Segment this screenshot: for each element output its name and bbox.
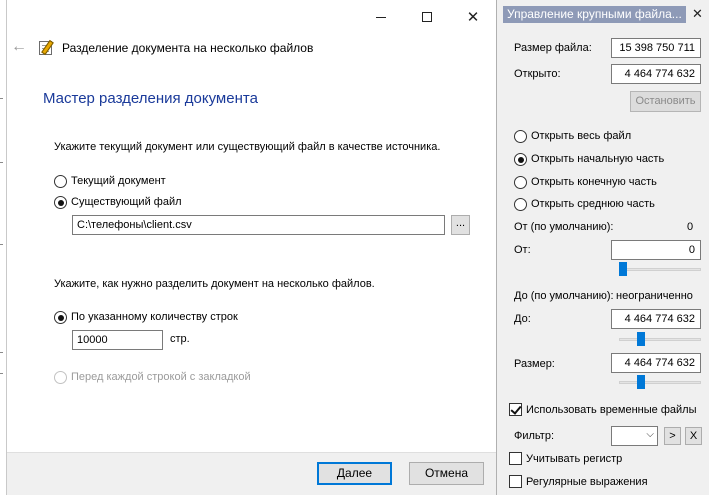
to-default-label: До (по умолчанию): [514, 290, 614, 302]
split-by-bookmark-radio[interactable] [54, 371, 67, 384]
wizard-title: Разделение документа на несколько файлов [62, 41, 314, 55]
from-slider-track[interactable] [619, 268, 701, 271]
background-separator [0, 352, 3, 353]
open-whole-file-radio[interactable] [514, 130, 527, 143]
file-size-value: 15 398 750 711 [611, 38, 701, 58]
open-end-part-label[interactable]: Открыть конечную часть [531, 176, 657, 188]
to-label: До: [514, 313, 531, 325]
from-input[interactable]: 0 [611, 240, 701, 260]
split-document-dialog: ✕ ← Разделение документа на несколько фа… [6, 0, 496, 495]
title-bar: ✕ [7, 0, 496, 34]
filter-clear-button[interactable]: X [685, 427, 702, 445]
filter-combobox[interactable]: ⌵ [611, 426, 658, 446]
large-file-panel: Управление крупными файла... ✕ Размер фа… [496, 0, 709, 495]
existing-file-label[interactable]: Существующий файл [71, 196, 182, 208]
rows-count-input[interactable]: 10000 [72, 330, 163, 350]
opened-label: Открыто: [514, 68, 561, 80]
background-separator [0, 162, 3, 163]
split-by-bookmark-label: Перед каждой строкой с закладкой [71, 371, 251, 383]
background-separator [0, 373, 3, 374]
close-button[interactable]: ✕ [450, 0, 496, 34]
split-prompt: Укажите, как нужно разделить документ на… [54, 278, 375, 290]
from-default-label: От (по умолчанию): [514, 221, 614, 233]
file-path-input[interactable]: C:\телефоны\client.csv [72, 215, 445, 235]
temp-files-label[interactable]: Использовать временные файлы [526, 404, 696, 416]
source-prompt: Укажите текущий документ или существующи… [54, 141, 441, 153]
to-input[interactable]: 4 464 774 632 [611, 309, 701, 329]
filter-apply-button[interactable]: > [664, 427, 681, 445]
from-slider-thumb[interactable] [619, 262, 627, 276]
close-icon: ✕ [466, 9, 480, 26]
wizard-nav: ← Разделение документа на несколько файл… [7, 36, 496, 60]
minimize-icon [376, 16, 386, 18]
existing-file-radio[interactable] [54, 196, 67, 209]
size-slider-thumb[interactable] [637, 375, 645, 389]
dialog-footer: Далее Отмена [7, 452, 496, 495]
filter-label: Фильтр: [514, 430, 555, 442]
to-slider-thumb[interactable] [637, 332, 645, 346]
match-case-label[interactable]: Учитывать регистр [526, 453, 622, 465]
browse-button[interactable]: ... [451, 215, 470, 235]
to-default-value: неограниченно [616, 290, 693, 302]
split-by-rows-label[interactable]: По указанному количеству строк [71, 311, 238, 323]
rows-unit-label: стр. [170, 333, 190, 345]
next-button[interactable]: Далее [317, 462, 392, 485]
wizard-heading: Мастер разделения документа [43, 90, 258, 107]
maximize-button[interactable] [404, 0, 450, 34]
back-arrow-icon[interactable]: ← [11, 37, 27, 57]
opened-value: 4 464 774 632 [611, 64, 701, 84]
panel-close-icon[interactable]: ✕ [692, 6, 703, 22]
size-slider-track[interactable] [619, 381, 701, 384]
to-slider-track[interactable] [619, 338, 701, 341]
open-end-part-radio[interactable] [514, 176, 527, 189]
background-separator [0, 244, 3, 245]
maximize-icon [422, 12, 432, 22]
temp-files-checkbox[interactable] [509, 403, 522, 416]
open-middle-part-label[interactable]: Открыть среднюю часть [531, 198, 655, 210]
open-start-part-label[interactable]: Открыть начальную часть [531, 153, 664, 165]
cancel-button[interactable]: Отмена [409, 462, 484, 485]
from-default-value: 0 [687, 221, 694, 233]
stop-button[interactable]: Остановить [630, 91, 701, 112]
match-case-checkbox[interactable] [509, 452, 522, 465]
open-start-part-radio[interactable] [514, 153, 527, 166]
size-label: Размер: [514, 358, 555, 370]
current-document-label[interactable]: Текущий документ [71, 175, 166, 187]
regex-checkbox[interactable] [509, 475, 522, 488]
panel-title: Управление крупными файла... [503, 6, 686, 23]
document-wizard-icon [39, 41, 52, 55]
file-size-label: Размер файла: [514, 42, 592, 54]
regex-label[interactable]: Регулярные выражения [526, 476, 648, 488]
chevron-down-icon: ⌵ [646, 429, 654, 440]
size-input[interactable]: 4 464 774 632 [611, 353, 701, 373]
split-by-rows-radio[interactable] [54, 311, 67, 324]
open-whole-file-label[interactable]: Открыть весь файл [531, 130, 631, 142]
minimize-button[interactable] [358, 0, 404, 34]
open-middle-part-radio[interactable] [514, 198, 527, 211]
from-label: От: [514, 244, 531, 256]
background-separator [0, 98, 3, 99]
current-document-radio[interactable] [54, 175, 67, 188]
